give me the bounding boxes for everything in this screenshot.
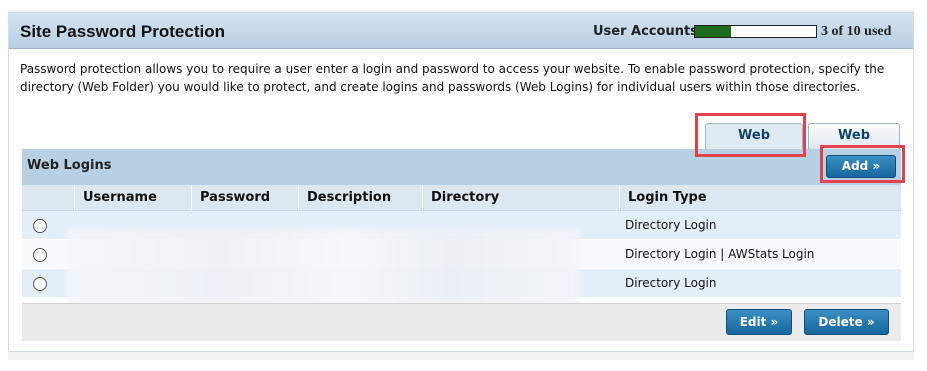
login-type-cell: Directory Login — [625, 276, 717, 290]
user-accounts-label: User Accounts: — [593, 24, 704, 39]
row-select-radio[interactable] — [33, 248, 47, 262]
row-select-radio[interactable] — [33, 219, 47, 233]
user-accounts-count: 3 of 10 used — [821, 24, 892, 39]
delete-button[interactable]: Delete » — [804, 309, 889, 335]
panel-header: Site Password Protection User Accounts: … — [9, 13, 913, 49]
login-type-cell: Directory Login — [625, 218, 717, 232]
table-header: Username Password Description Directory … — [22, 185, 901, 211]
row-select-radio[interactable] — [33, 277, 47, 291]
description-text: Password protection allows you to requir… — [20, 62, 885, 94]
web-logins-tab-highlight — [695, 113, 806, 157]
add-button-highlight — [820, 145, 905, 183]
page-title: Site Password Protection — [20, 22, 225, 41]
column-header-login-type: Login Type — [619, 185, 901, 211]
column-header-description: Description — [298, 185, 422, 211]
column-header-username: Username — [74, 185, 191, 211]
redacted-row-contents — [67, 229, 579, 313]
edit-button[interactable]: Edit » — [726, 309, 792, 335]
select-column-header — [22, 185, 74, 211]
login-type-cell: Directory Login | AWStats Login — [625, 247, 815, 261]
password-protection-panel: Site Password Protection User Accounts: … — [8, 12, 914, 352]
section-title: Web Logins — [27, 158, 112, 173]
user-accounts-meter-fill — [695, 26, 732, 37]
column-header-password: Password — [191, 185, 298, 211]
user-accounts-meter — [694, 25, 817, 38]
column-header-directory: Directory — [422, 185, 619, 211]
table-actions-footer: Edit » Delete » — [22, 303, 901, 341]
